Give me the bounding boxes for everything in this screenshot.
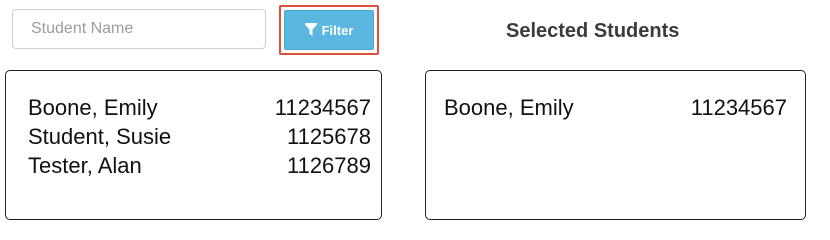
list-item[interactable]: Boone, Emily 11234567	[444, 93, 795, 122]
student-name-search-input[interactable]	[12, 9, 266, 49]
available-students-list[interactable]: Boone, Emily 11234567 Student, Susie 112…	[5, 70, 382, 220]
student-id: 1126789	[286, 153, 371, 178]
filter-button-label: Filter	[321, 22, 354, 38]
student-name: Boone, Emily	[444, 95, 574, 120]
selected-students-list[interactable]: Boone, Emily 11234567	[425, 70, 806, 220]
filter-button[interactable]: Filter	[284, 10, 374, 50]
student-name: Tester, Alan	[28, 153, 142, 178]
list-item[interactable]: Boone, Emily 11234567	[28, 93, 371, 122]
selected-students-heading: Selected Students	[506, 20, 680, 42]
student-name: Student, Susie	[28, 124, 172, 149]
student-id: 11234567	[690, 95, 787, 120]
student-id: 11234567	[274, 95, 371, 120]
list-item[interactable]: Tester, Alan 1126789	[28, 151, 371, 180]
filter-button-highlight: Filter	[279, 5, 379, 55]
funnel-icon	[304, 23, 317, 37]
student-name: Boone, Emily	[28, 95, 158, 120]
student-id: 1125678	[286, 124, 371, 149]
list-item[interactable]: Student, Susie 1125678	[28, 122, 371, 151]
